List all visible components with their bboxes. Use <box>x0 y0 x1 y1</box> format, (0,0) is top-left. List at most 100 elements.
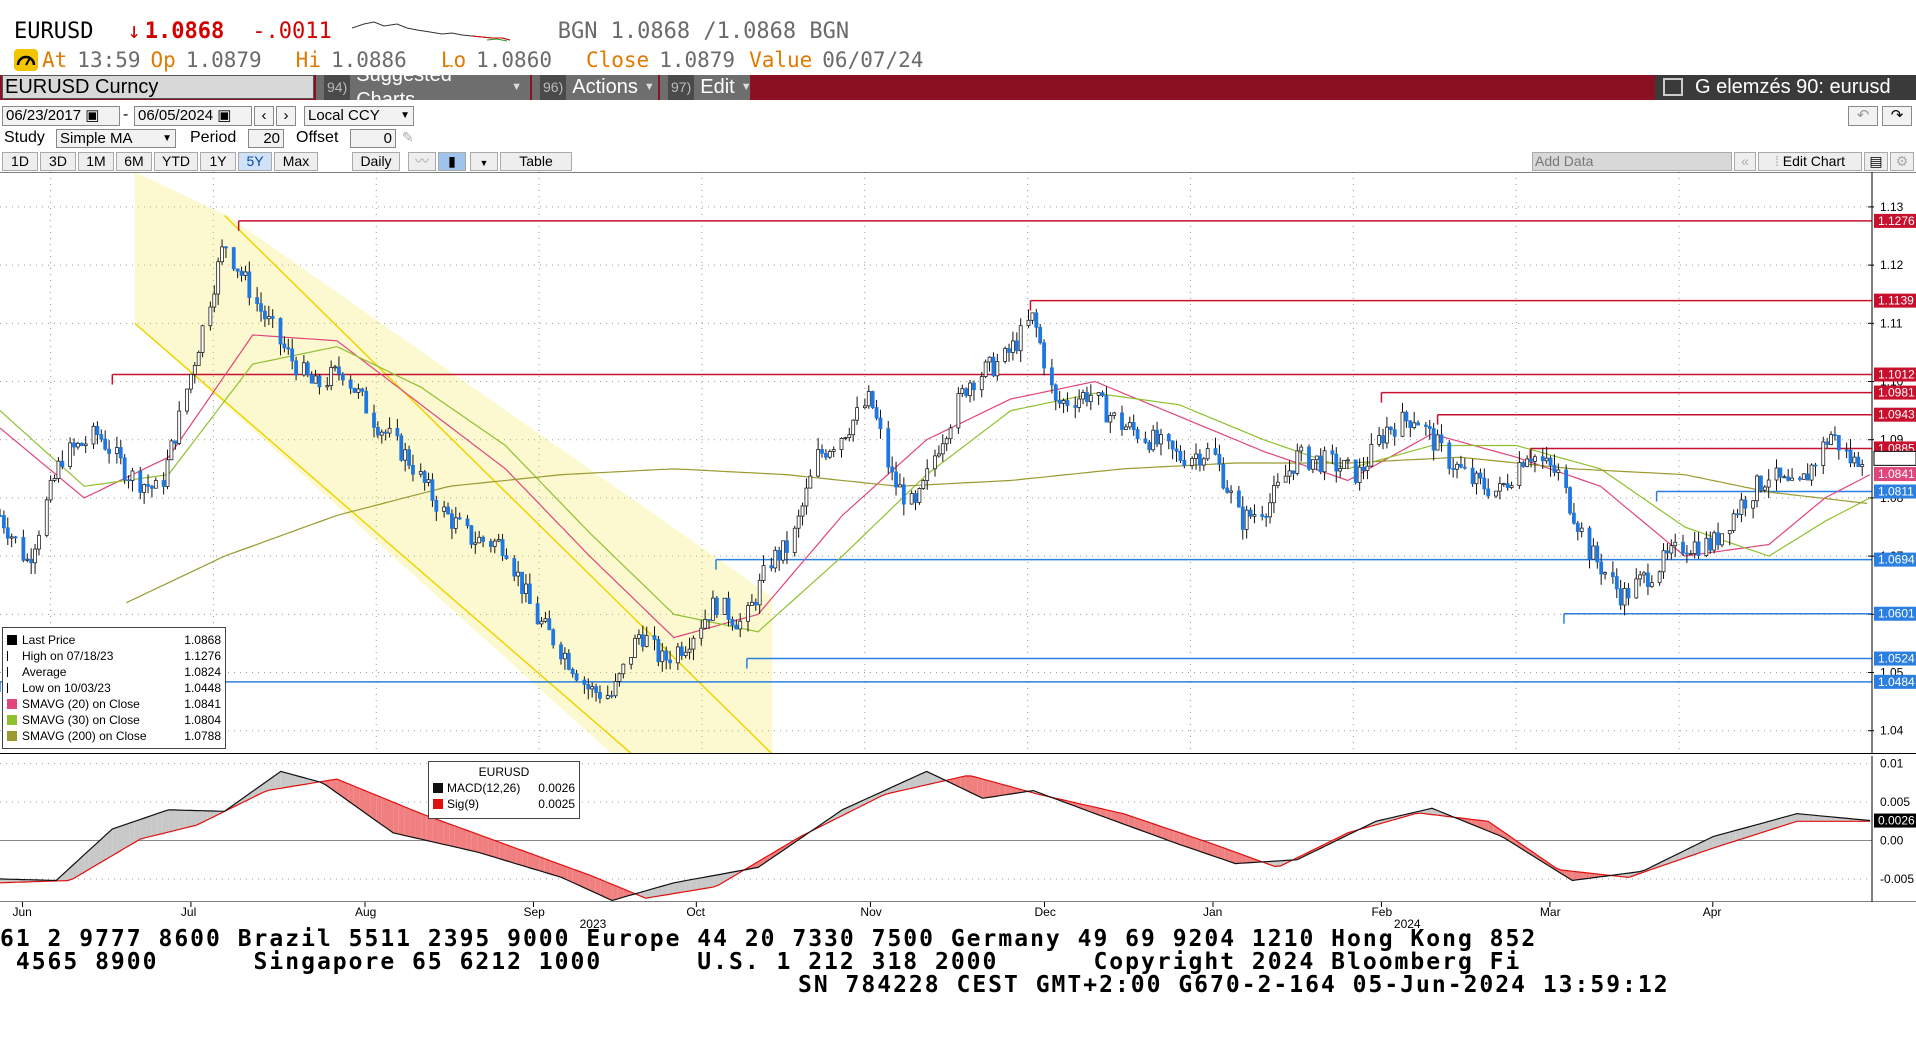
chart-type-dropdown[interactable]: ▼ <box>470 152 498 171</box>
period-label: Period <box>190 129 237 146</box>
macd-histogram-fill <box>488 838 495 858</box>
candle-body <box>761 565 766 581</box>
line-chart-button[interactable]: 〰 <box>408 152 436 171</box>
candle-body <box>1735 513 1740 516</box>
range-button-ytd[interactable]: YTD <box>154 152 198 171</box>
candle-body <box>99 434 104 440</box>
candle-body <box>1618 588 1623 606</box>
candle-body <box>266 316 271 320</box>
candle-body <box>512 558 517 577</box>
analysis-title-box[interactable]: G elemzés 90: eurusd <box>1655 75 1916 100</box>
frequency-select[interactable]: Daily ▼ <box>352 152 400 186</box>
candle-body <box>372 412 376 428</box>
macd-histogram-fill <box>280 771 287 789</box>
quote-header: EURUSD ↓ 1.0868 -.0011 BGN 1.0868 /1.086… <box>14 18 849 44</box>
legend-label: SMAVG (30) on Close <box>22 712 140 727</box>
range-button-1d[interactable]: 1D <box>2 152 38 171</box>
candle-body <box>286 347 291 350</box>
candle-body <box>118 447 123 459</box>
range-button-3d[interactable]: 3D <box>40 152 76 171</box>
candle-body <box>1529 458 1533 462</box>
security-field[interactable]: EURUSD Curncy <box>2 75 314 99</box>
calendar-icon[interactable]: ▣ <box>217 107 231 124</box>
candle-body <box>586 683 591 690</box>
candle-body <box>683 651 688 656</box>
period-input[interactable]: 20 <box>248 129 284 148</box>
candle-body <box>383 431 388 434</box>
actions-menu[interactable]: 96) Actions ▼ <box>532 75 658 100</box>
redo-button[interactable]: ↷ <box>1882 106 1912 126</box>
candle-body <box>1755 475 1759 502</box>
study-value: Simple MA <box>60 130 133 147</box>
candle-body <box>679 646 684 656</box>
symbol[interactable]: EURUSD <box>14 19 93 44</box>
macd-chart[interactable]: -0.005 0.00 0.005 0.01 0.0026 <box>0 756 1916 902</box>
high-label: Hi <box>295 48 321 72</box>
gear-button[interactable]: ⚙ <box>1890 152 1914 171</box>
candle-body <box>173 440 178 444</box>
offset-input[interactable]: 0 <box>350 129 396 148</box>
candle-body <box>1314 455 1319 461</box>
candle-body <box>1334 453 1339 472</box>
candle-body <box>1365 465 1370 471</box>
chart-settings-button[interactable]: ▤ <box>1864 152 1888 171</box>
macd-legend: EURUSD MACD(12,26) 0.0026 Sig(9) 0.0025 <box>428 761 580 819</box>
macd-legend-row: MACD(12,26) 0.0026 <box>433 781 575 795</box>
start-date-field[interactable]: 06/23/2017 ▣ <box>2 106 120 126</box>
gauge-icon[interactable] <box>14 49 38 71</box>
range-button-1y[interactable]: 1Y <box>200 152 236 171</box>
calendar-icon[interactable]: ▣ <box>85 107 99 124</box>
range-button-5y[interactable]: 5Y <box>238 152 272 171</box>
currency-select[interactable]: Local CCY ▼ <box>304 106 414 126</box>
candle-body <box>539 620 544 625</box>
candle-body <box>1268 502 1272 518</box>
next-period-button[interactable]: › <box>276 106 296 126</box>
add-data-input[interactable]: Add Data <box>1532 152 1732 171</box>
chart-legend: Last Price 1.0868 High on 07/18/23 1.1276 Av… <box>2 627 226 749</box>
candle-body <box>1614 576 1619 590</box>
prev-period-button[interactable]: ‹ <box>254 106 274 126</box>
candle-chart-button[interactable]: ▮ <box>438 152 466 171</box>
study-select[interactable]: Simple MA ▼ <box>56 129 176 148</box>
end-date-field[interactable]: 06/05/2024 ▣ <box>134 106 252 126</box>
price-chart[interactable]: 1.041.051.061.071.081.091.101.111.121.13… <box>0 172 1916 754</box>
chevron-down-icon: ▼ <box>511 81 522 93</box>
range-button-6m[interactable]: 6M <box>116 152 152 171</box>
macd-histogram-fill <box>376 795 382 825</box>
legend-value: 1.0841 <box>184 696 221 711</box>
candle-body <box>216 261 221 295</box>
macd-histogram-fill <box>438 819 444 845</box>
candle-body <box>652 635 657 640</box>
table-button[interactable]: Table <box>500 152 572 171</box>
candle-body <box>492 540 497 547</box>
candle-body <box>621 663 626 675</box>
candle-body <box>1143 438 1148 443</box>
candle-body <box>1026 319 1031 327</box>
candle-body <box>450 513 454 529</box>
macd-histogram-fill <box>516 848 523 866</box>
candle-body <box>878 417 883 430</box>
export-icon[interactable] <box>1663 78 1683 96</box>
edit-menu[interactable]: 97) Edit ▼ <box>660 75 752 100</box>
candle-body <box>1766 479 1771 488</box>
candle-body <box>348 379 353 389</box>
candle-body <box>640 634 645 647</box>
candle-body <box>340 373 345 381</box>
suggested-charts-menu[interactable]: 94) Suggested Charts ▼ <box>316 64 530 111</box>
macd-histogram-fill <box>168 809 175 833</box>
candle-body <box>1322 450 1327 473</box>
y-tick-label: 1.13 <box>1880 200 1904 214</box>
candle-body <box>987 356 992 363</box>
candle-body <box>188 373 193 390</box>
candle-body <box>1100 392 1105 397</box>
pencil-icon[interactable]: ✎ <box>402 129 414 146</box>
edit-chart-button[interactable]: ⁞ Edit Chart <box>1758 152 1862 171</box>
collapse-button[interactable]: « <box>1734 152 1756 171</box>
candle-body <box>1003 348 1008 362</box>
undo-button[interactable]: ↶ <box>1848 106 1878 126</box>
chevron-down-icon: ▼ <box>643 81 655 93</box>
candle-body <box>968 382 972 396</box>
range-button-max[interactable]: Max <box>274 152 318 171</box>
candle-body <box>909 493 914 505</box>
range-button-1m[interactable]: 1M <box>78 152 114 171</box>
